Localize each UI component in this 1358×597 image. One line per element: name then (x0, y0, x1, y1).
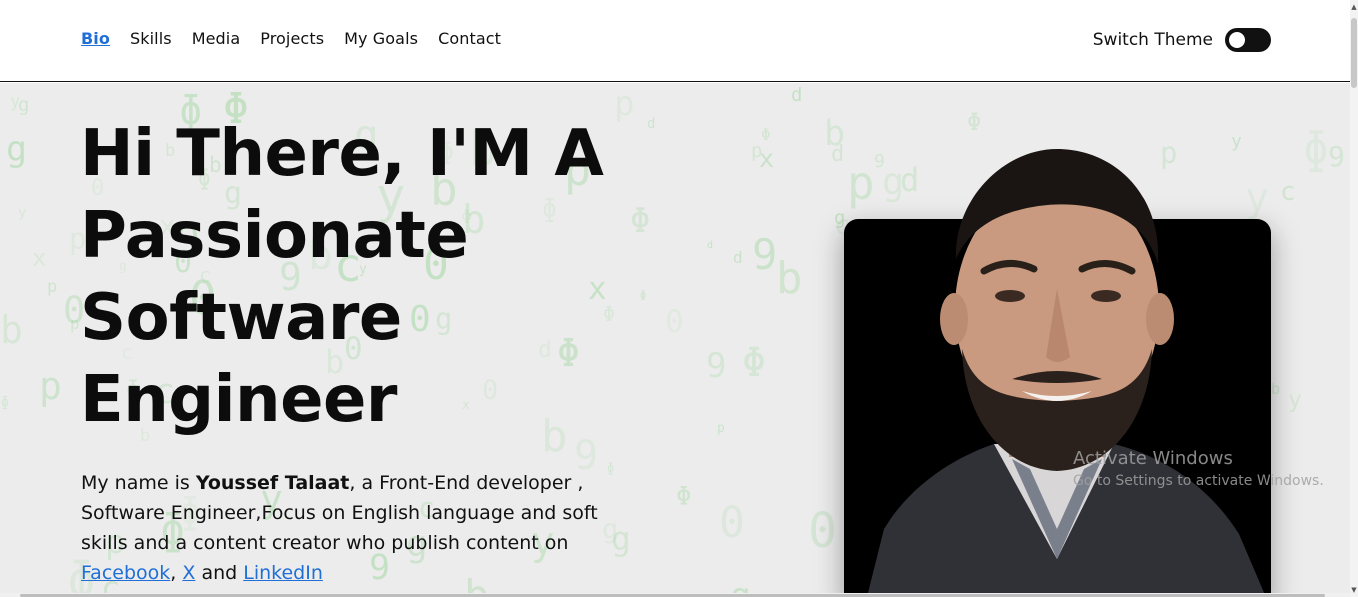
matrix-glyph: Φ (761, 125, 771, 144)
horizontal-scrollbar[interactable] (0, 593, 1350, 597)
toggle-knob (1229, 32, 1245, 48)
matrix-glyph: 0 (665, 304, 684, 340)
matrix-glyph: d (831, 142, 845, 167)
matrix-glyph: Φ (967, 108, 982, 136)
separator: and (195, 562, 244, 584)
intro-paragraph: My name is Youssef Talaat, a Front-End d… (81, 468, 641, 588)
theme-switch: Switch Theme (1093, 28, 1271, 52)
matrix-glyph: c (1280, 177, 1296, 207)
scroll-down-arrow-icon[interactable]: ▼ (1350, 585, 1358, 595)
matrix-glyph: p (39, 364, 62, 408)
headline-line: Passionate (80, 199, 469, 273)
matrix-glyph: ɸ (640, 290, 647, 301)
hero-section: ppbdɸcydbΦ90gΦ9gxc0gɸɸd0pbɸɸcy0xppΦgccΦg… (0, 83, 1350, 597)
page: Bio Skills Media Projects My Goals Conta… (0, 0, 1358, 597)
theme-toggle[interactable] (1225, 28, 1271, 52)
matrix-glyph: ɸ (1, 395, 9, 410)
matrix-glyph: 0 (808, 503, 837, 559)
matrix-glyph: Φ (676, 482, 692, 512)
matrix-glyph: 0 (719, 498, 745, 548)
profile-portrait-image (867, 149, 1266, 597)
headline-line: Software (80, 281, 402, 355)
matrix-glyph: Φ (742, 340, 767, 386)
headline-line: Engineer (80, 363, 397, 437)
watermark-title: Activate Windows (1073, 448, 1233, 469)
matrix-glyph: d (733, 248, 743, 267)
matrix-glyph: p (70, 314, 80, 333)
nav-link-media[interactable]: Media (192, 29, 241, 48)
matrix-glyph: p (717, 421, 725, 436)
nav-link-skills[interactable]: Skills (130, 29, 172, 48)
matrix-glyph: d (791, 84, 803, 106)
facebook-link[interactable]: Facebook (81, 562, 170, 584)
matrix-glyph: y (18, 205, 27, 221)
matrix-glyph: b (776, 253, 803, 304)
matrix-glyph: g (6, 130, 28, 170)
matrix-glyph: d (647, 116, 656, 132)
matrix-glyph: b (0, 308, 23, 352)
matrix-glyph: g (18, 94, 30, 116)
matrix-glyph: p (47, 277, 58, 297)
hero-headline: Hi There, I'M A Passionate Software Engi… (80, 113, 640, 441)
windows-activation-watermark: Activate Windows Go to Settings to activ… (1073, 448, 1324, 489)
nav-link-my-goals[interactable]: My Goals (344, 29, 418, 48)
vertical-scrollbar-thumb[interactable] (1351, 18, 1357, 88)
watermark-subtitle: Go to Settings to activate Windows. (1073, 473, 1324, 489)
nav-link-projects[interactable]: Projects (260, 29, 324, 48)
separator: , (170, 562, 183, 584)
intro-prefix: My name is (81, 472, 196, 494)
author-name: Youssef Talaat (195, 472, 350, 494)
matrix-glyph: b (1271, 380, 1281, 398)
matrix-glyph: ɸ (1303, 124, 1329, 174)
x-link[interactable]: X (182, 562, 195, 584)
matrix-glyph: 9 (706, 346, 727, 386)
headline-line: Hi There, I'M A (80, 117, 604, 191)
scroll-up-arrow-icon[interactable]: ▲ (1350, 2, 1358, 12)
theme-switch-label: Switch Theme (1092, 30, 1213, 50)
nav-links: Bio Skills Media Projects My Goals Conta… (81, 29, 501, 48)
nav-link-bio[interactable]: Bio (81, 29, 110, 48)
matrix-glyph: 9 (1328, 140, 1345, 173)
matrix-glyph: d (707, 240, 714, 251)
vertical-scrollbar[interactable]: ▲ ▼ (1350, 0, 1358, 597)
matrix-glyph: x (32, 244, 47, 272)
top-navbar: Bio Skills Media Projects My Goals Conta… (0, 0, 1350, 82)
nav-link-contact[interactable]: Contact (438, 29, 501, 48)
matrix-glyph: x (759, 144, 775, 173)
profile-photo-card (844, 149, 1271, 597)
matrix-glyph: y (1288, 387, 1302, 413)
matrix-glyph: 9 (752, 230, 778, 279)
linkedin-link[interactable]: LinkedIn (243, 562, 323, 584)
